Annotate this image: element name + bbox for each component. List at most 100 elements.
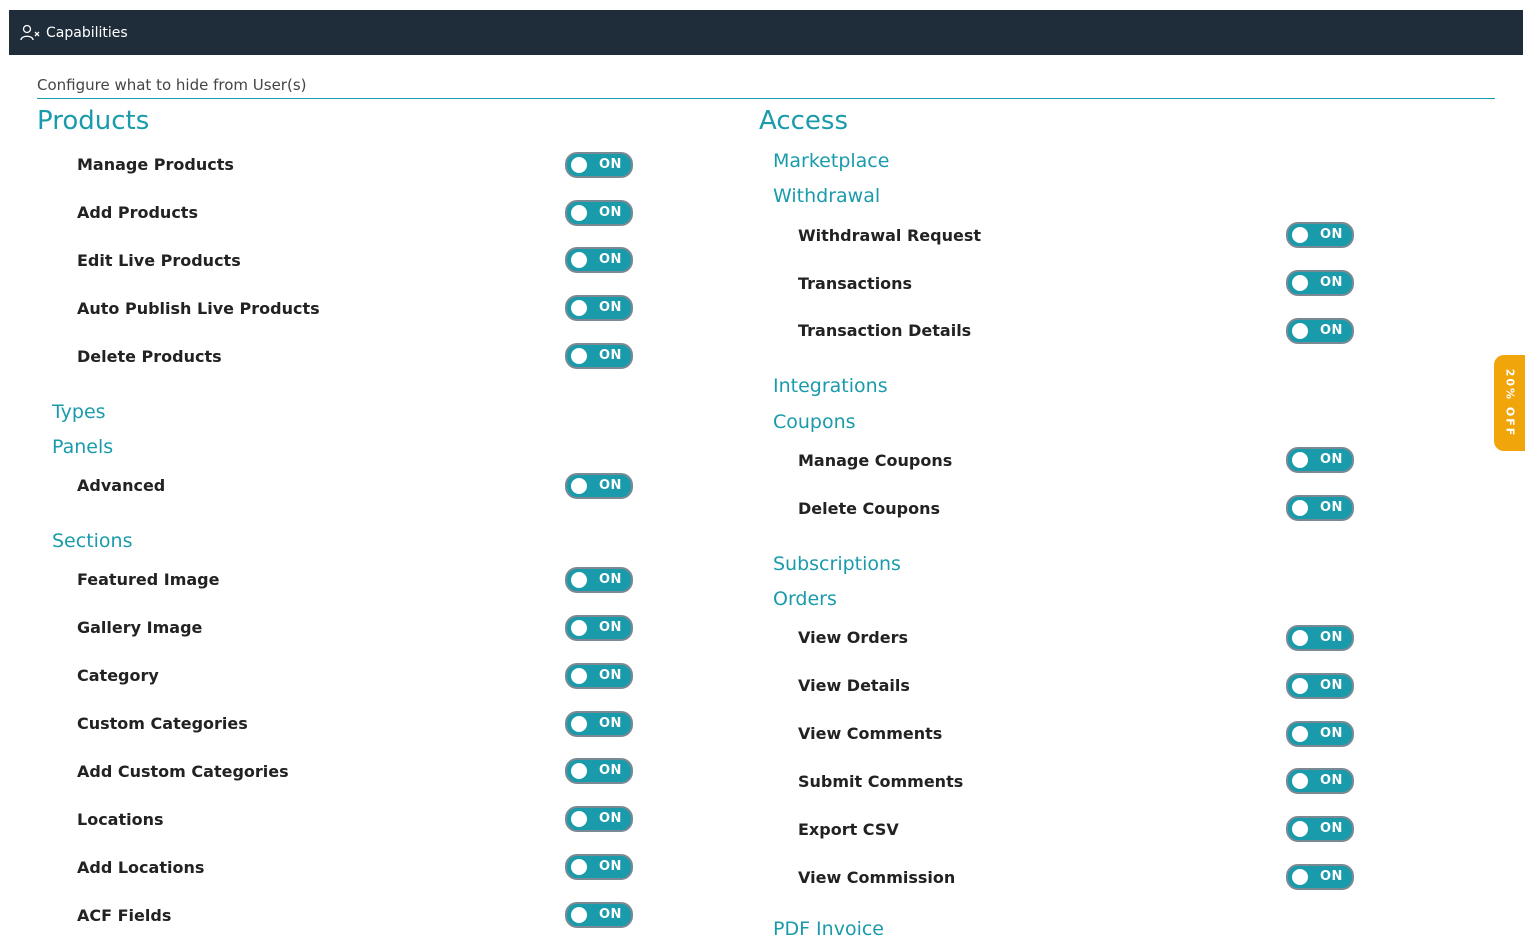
toggle-text: ON <box>1320 452 1343 467</box>
top-bar: Capabilities <box>9 10 1523 55</box>
toggle-knob <box>1292 821 1308 837</box>
label-manage-products: Manage Products <box>77 155 234 174</box>
heading-types[interactable]: Types <box>52 401 106 423</box>
label-withdrawal-request: Withdrawal Request <box>798 226 981 245</box>
toggle-knob <box>1292 275 1308 291</box>
label-export-csv: Export CSV <box>798 820 899 839</box>
toggle-text: ON <box>599 716 622 731</box>
label-advanced: Advanced <box>77 476 166 495</box>
toggle-gallery-image[interactable]: ON <box>565 615 633 641</box>
toggle-text: ON <box>599 478 622 493</box>
label-locations: Locations <box>77 810 164 829</box>
toggle-add-custom-categories[interactable]: ON <box>565 758 633 784</box>
toggle-view-orders[interactable]: ON <box>1286 625 1354 651</box>
toggle-acf-fields[interactable]: ON <box>565 902 633 928</box>
label-delete-products: Delete Products <box>77 347 222 366</box>
toggle-withdrawal-request[interactable]: ON <box>1286 222 1354 248</box>
heading-panels[interactable]: Panels <box>52 436 113 458</box>
toggle-text: ON <box>599 907 622 922</box>
toggle-knob <box>571 205 587 221</box>
toggle-text: ON <box>1320 275 1343 290</box>
toggle-view-comments[interactable]: ON <box>1286 721 1354 747</box>
toggle-text: ON <box>599 252 622 267</box>
label-manage-coupons: Manage Coupons <box>798 451 953 470</box>
label-view-comments: View Comments <box>798 724 943 743</box>
toggle-view-commission[interactable]: ON <box>1286 864 1354 890</box>
toggle-submit-comments[interactable]: ON <box>1286 768 1354 794</box>
toggle-text: ON <box>599 763 622 778</box>
toggle-knob <box>1292 630 1308 646</box>
label-transaction-details: Transaction Details <box>798 321 972 340</box>
toggle-export-csv[interactable]: ON <box>1286 816 1354 842</box>
toggle-knob <box>571 668 587 684</box>
divider <box>37 98 1495 99</box>
toggle-knob <box>571 478 587 494</box>
toggle-knob <box>1292 678 1308 694</box>
toggle-auto-publish[interactable]: ON <box>565 295 633 321</box>
label-add-products: Add Products <box>77 203 198 222</box>
toggle-add-products[interactable]: ON <box>565 200 633 226</box>
heading-subscriptions[interactable]: Subscriptions <box>773 553 901 575</box>
toggle-category[interactable]: ON <box>565 663 633 689</box>
toggle-knob <box>1292 773 1308 789</box>
toggle-text: ON <box>599 348 622 363</box>
label-custom-categories: Custom Categories <box>77 714 248 733</box>
label-edit-live-products: Edit Live Products <box>77 251 241 270</box>
heading-marketplace[interactable]: Marketplace <box>773 150 889 172</box>
toggle-knob <box>571 811 587 827</box>
label-gallery-image: Gallery Image <box>77 618 203 637</box>
label-category: Category <box>77 666 159 685</box>
page-subtitle: Configure what to hide from User(s) <box>37 76 307 94</box>
label-featured-image: Featured Image <box>77 570 220 589</box>
toggle-featured-image[interactable]: ON <box>565 567 633 593</box>
toggle-delete-products[interactable]: ON <box>565 343 633 369</box>
heading-orders[interactable]: Orders <box>773 588 837 610</box>
heading-access: Access <box>759 106 849 136</box>
toggle-knob <box>1292 726 1308 742</box>
toggle-text: ON <box>599 811 622 826</box>
toggle-edit-live-products[interactable]: ON <box>565 247 633 273</box>
heading-sections[interactable]: Sections <box>52 530 133 552</box>
label-auto-publish: Auto Publish Live Products <box>77 299 320 318</box>
toggle-text: ON <box>599 859 622 874</box>
promo-tab[interactable]: 20% OFF <box>1494 355 1525 451</box>
label-delete-coupons: Delete Coupons <box>798 499 941 518</box>
toggle-text: ON <box>1320 630 1343 645</box>
toggle-add-locations[interactable]: ON <box>565 854 633 880</box>
toggle-knob <box>571 572 587 588</box>
label-add-locations: Add Locations <box>77 858 205 877</box>
toggle-knob <box>571 252 587 268</box>
toggle-transaction-details[interactable]: ON <box>1286 318 1354 344</box>
toggle-knob <box>1292 227 1308 243</box>
toggle-text: ON <box>599 157 622 172</box>
toggle-custom-categories[interactable]: ON <box>565 711 633 737</box>
toggle-text: ON <box>599 572 622 587</box>
heading-integrations[interactable]: Integrations <box>773 375 888 397</box>
toggle-knob <box>1292 452 1308 468</box>
toggle-knob <box>1292 869 1308 885</box>
toggle-knob <box>571 716 587 732</box>
heading-coupons[interactable]: Coupons <box>773 411 856 433</box>
toggle-view-details[interactable]: ON <box>1286 673 1354 699</box>
heading-products: Products <box>37 106 150 136</box>
toggle-knob <box>1292 323 1308 339</box>
toggle-knob <box>571 620 587 636</box>
heading-pdf-invoice[interactable]: PDF Invoice <box>773 918 884 940</box>
toggle-delete-coupons[interactable]: ON <box>1286 495 1354 521</box>
heading-withdrawal[interactable]: Withdrawal <box>773 185 880 207</box>
toggle-knob <box>571 300 587 316</box>
toggle-advanced[interactable]: ON <box>565 473 633 499</box>
promo-text: 20% OFF <box>1503 368 1516 438</box>
toggle-transactions[interactable]: ON <box>1286 270 1354 296</box>
label-transactions: Transactions <box>798 274 913 293</box>
toggle-knob <box>571 907 587 923</box>
toggle-knob <box>571 348 587 364</box>
toggle-knob <box>571 157 587 173</box>
toggle-text: ON <box>1320 821 1343 836</box>
toggle-text: ON <box>599 620 622 635</box>
toggle-manage-products[interactable]: ON <box>565 152 633 178</box>
toggle-knob <box>571 859 587 875</box>
toggle-locations[interactable]: ON <box>565 806 633 832</box>
toggle-manage-coupons[interactable]: ON <box>1286 447 1354 473</box>
toggle-text: ON <box>599 205 622 220</box>
